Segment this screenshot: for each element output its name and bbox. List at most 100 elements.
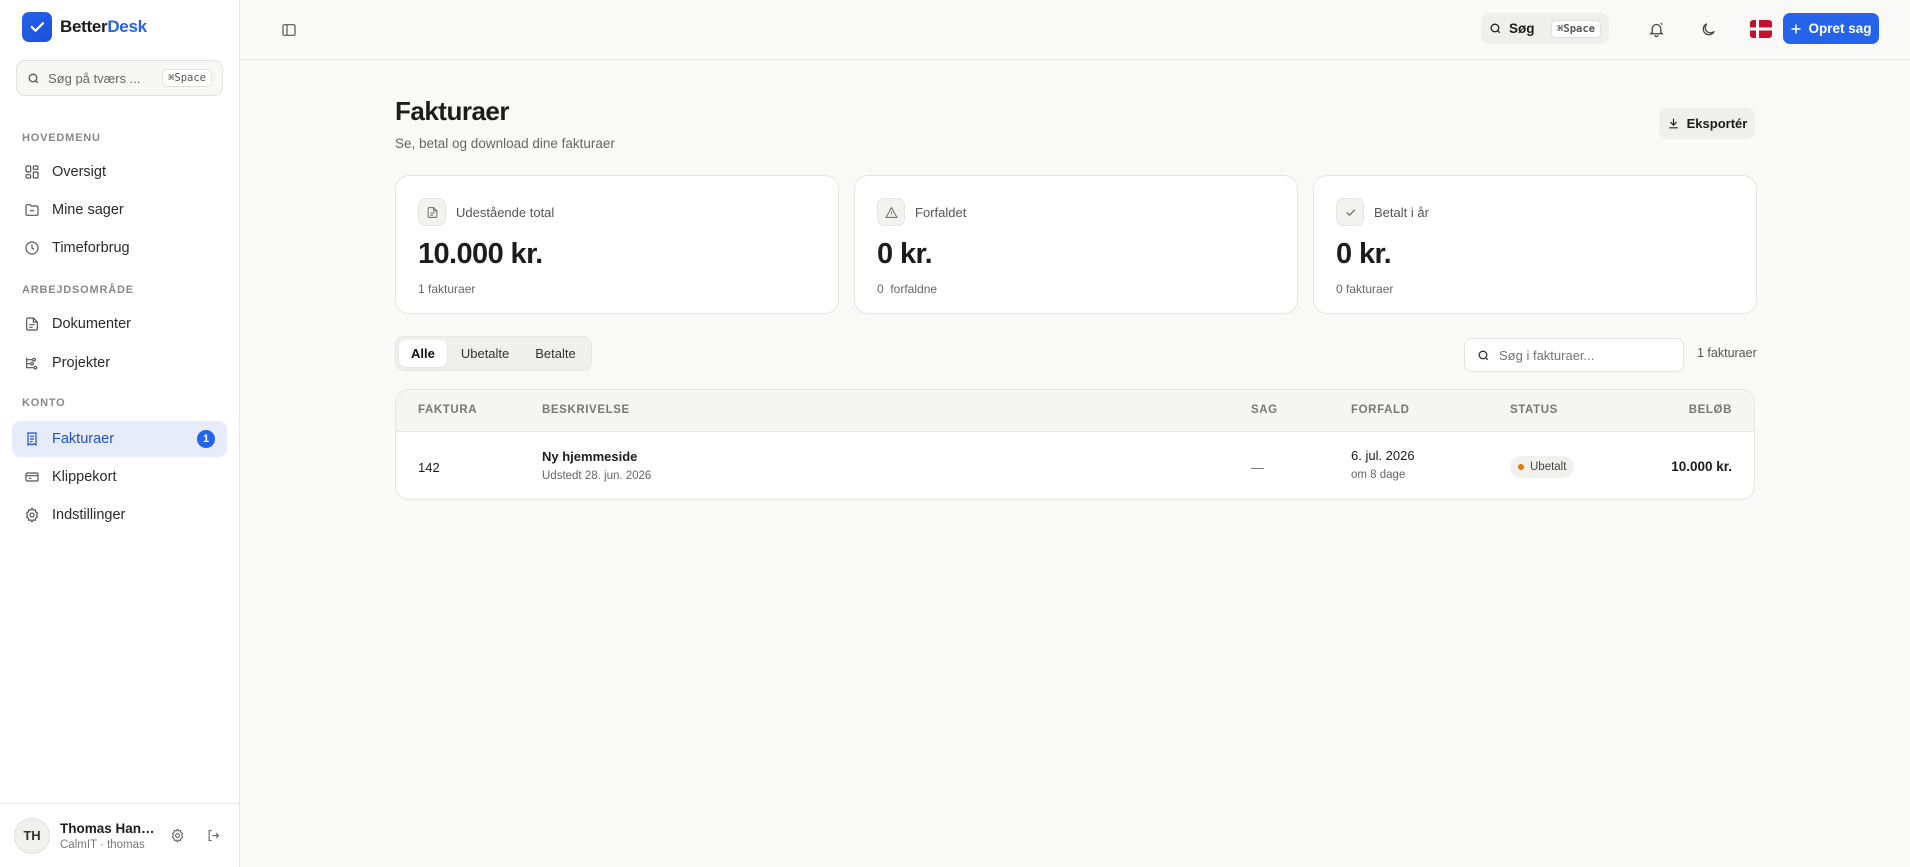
- tab-betalte[interactable]: Betalte: [523, 340, 587, 367]
- warning-icon: [877, 198, 905, 226]
- status-filter-tabs: Alle Ubetalte Betalte: [395, 336, 592, 371]
- card-icon: [25, 472, 39, 482]
- grid-icon: [25, 165, 39, 179]
- user-name: Thomas Hans...: [60, 820, 158, 836]
- column-header-beskrivelse[interactable]: BESKRIVELSE: [542, 404, 630, 416]
- count-badge: 1: [197, 430, 215, 448]
- notifications-button[interactable]: [1642, 15, 1670, 43]
- document-icon: [26, 317, 38, 331]
- sidebar-item-label: Klippekort: [52, 469, 117, 485]
- sidebar-search[interactable]: Søg på tværs ... ⌘Space: [16, 60, 223, 96]
- moon-icon: [1702, 22, 1715, 35]
- sidebar-item-oversigt[interactable]: Oversigt: [12, 154, 227, 190]
- logout-button[interactable]: [200, 823, 226, 849]
- danish-flag-icon: [1750, 20, 1772, 38]
- search-icon: [1490, 23, 1501, 34]
- column-header-faktura[interactable]: FAKTURA: [418, 404, 477, 416]
- create-case-label: Opret sag: [1808, 21, 1872, 36]
- stat-label: Udestående total: [456, 204, 555, 220]
- page-title: Fakturaer: [395, 96, 510, 126]
- sidebar-item-timeforbrug[interactable]: Timeforbrug: [12, 230, 227, 266]
- plus-icon: [1791, 23, 1802, 34]
- download-icon: [1668, 118, 1678, 129]
- stat-label: Betalt i år: [1374, 204, 1429, 220]
- table-header: FAKTURA BESKRIVELSE SAG FORFALD STATUS B…: [396, 390, 1754, 432]
- stat-card-overdue: Forfaldet 0 kr. 0 forfaldne: [854, 175, 1298, 314]
- sidebar-item-label: Fakturaer: [52, 431, 115, 447]
- sidebar-item-dokumenter[interactable]: Dokumenter: [12, 306, 227, 342]
- user-settings-button[interactable]: [164, 823, 190, 849]
- invoice-number: 142: [418, 460, 440, 475]
- status-label: Ubetalt: [1530, 461, 1567, 473]
- invoice-case: —: [1251, 460, 1264, 475]
- user-org: CalmIT · thomas: [60, 838, 145, 851]
- sidebar-item-projekter[interactable]: Projekter: [12, 345, 227, 381]
- invoice-count: 1 fakturaer: [1697, 346, 1757, 360]
- clock-icon: [25, 241, 39, 255]
- search-icon: [1478, 350, 1489, 360]
- user-bar: TH Thomas Hans... CalmIT · thomas: [0, 803, 240, 867]
- brand-name: BetterDesk: [60, 17, 147, 36]
- language-button[interactable]: [1747, 15, 1775, 43]
- stat-card-outstanding: Udestående total 10.000 kr. 1 fakturaer: [395, 175, 839, 314]
- logout-icon: [208, 829, 219, 842]
- gear-icon: [25, 507, 39, 523]
- stat-value: 0 kr.: [1336, 238, 1392, 270]
- sidebar: BetterDesk Søg på tværs ... ⌘Space HOVED…: [0, 0, 240, 867]
- column-header-status[interactable]: STATUS: [1510, 404, 1558, 416]
- sidebar-item-fakturaer[interactable]: Fakturaer 1: [12, 421, 227, 457]
- stat-value: 0 kr.: [877, 238, 933, 270]
- section-label-main: HOVEDMENU: [22, 132, 101, 144]
- gear-icon: [171, 828, 183, 843]
- bell-icon: [1648, 22, 1664, 37]
- sidebar-item-label: Dokumenter: [52, 316, 131, 332]
- sidebar-item-label: Mine sager: [52, 202, 124, 218]
- sidebar-item-label: Projekter: [52, 355, 111, 371]
- stat-foot: 0 fakturaer: [1336, 282, 1394, 296]
- user-info: Thomas Hans... CalmIT · thomas: [60, 821, 158, 851]
- column-header-sag[interactable]: SAG: [1251, 404, 1278, 416]
- status-dot-icon: [1518, 464, 1524, 470]
- check-icon: [1336, 198, 1364, 226]
- page-subtitle: Se, betal og download dine fakturaer: [395, 136, 615, 151]
- document-icon: [418, 198, 446, 226]
- column-header-beloeb[interactable]: BELØB: [1689, 404, 1732, 416]
- logo-check-icon: [22, 12, 52, 42]
- project-icon: [26, 357, 38, 370]
- export-button[interactable]: Eksportér: [1659, 108, 1755, 139]
- sidebar-item-label: Timeforbrug: [52, 240, 130, 256]
- stat-foot: 0 forfaldne: [877, 282, 938, 296]
- column-header-forfald[interactable]: FORFALD: [1351, 404, 1410, 416]
- invoices-table: FAKTURA BESKRIVELSE SAG FORFALD STATUS B…: [395, 389, 1755, 500]
- stat-value: 10.000 kr.: [418, 238, 543, 270]
- sidebar-item-mine-sager[interactable]: Mine sager: [12, 192, 227, 228]
- sidebar-item-label: Oversigt: [52, 164, 106, 180]
- stat-label: Forfaldet: [915, 204, 967, 220]
- topbar: Søg ⌘Space Opret sag: [240, 0, 1910, 60]
- sidebar-search-placeholder: Søg på tværs ...: [48, 70, 141, 86]
- sidebar-toggle-button[interactable]: [277, 18, 301, 42]
- stat-card-paid: Betalt i år 0 kr. 0 fakturaer: [1313, 175, 1757, 314]
- invoice-due-relative: om 8 dage: [1351, 469, 1406, 481]
- sidebar-item-klippekort[interactable]: Klippekort: [12, 459, 227, 495]
- sidebar-item-indstillinger[interactable]: Indstillinger: [12, 497, 227, 533]
- invoice-description: Ny hjemmeside: [542, 449, 638, 464]
- status-badge: Ubetalt: [1510, 456, 1575, 478]
- tab-ubetalte[interactable]: Ubetalte: [449, 340, 521, 367]
- create-case-button[interactable]: Opret sag: [1783, 13, 1879, 44]
- global-search-button[interactable]: Søg ⌘Space: [1481, 13, 1609, 44]
- invoice-search[interactable]: [1464, 338, 1684, 372]
- tab-alle[interactable]: Alle: [399, 340, 447, 367]
- avatar[interactable]: TH: [14, 817, 50, 854]
- stat-foot: 1 fakturaer: [418, 282, 476, 296]
- theme-toggle-button[interactable]: [1694, 15, 1722, 43]
- section-label-account: KONTO: [22, 397, 66, 409]
- invoice-icon: [27, 432, 37, 447]
- section-label-workspace: ARBEJDSOMRÅDE: [22, 284, 134, 296]
- invoice-search-input[interactable]: [1499, 347, 1669, 363]
- shortcut-hint: ⌘Space: [162, 69, 212, 87]
- sidebar-item-label: Indstillinger: [52, 507, 126, 523]
- invoice-issued-date: Udstedt 28. jun. 2026: [542, 470, 652, 482]
- search-icon: [28, 73, 39, 83]
- brand-logo[interactable]: BetterDesk: [22, 12, 147, 42]
